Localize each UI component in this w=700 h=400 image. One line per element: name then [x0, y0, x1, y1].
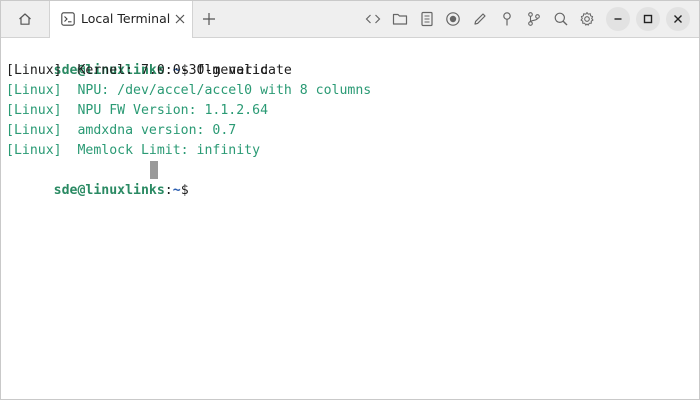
close-button[interactable]	[666, 7, 690, 31]
tab-label: Local Terminal	[81, 11, 171, 26]
home-button[interactable]	[9, 7, 41, 31]
minimize-button[interactable]	[606, 7, 630, 31]
pin-icon[interactable]	[497, 9, 517, 29]
close-icon	[673, 14, 683, 24]
output-line: [Linux] NPU FW Version: 1.1.2.64	[6, 103, 269, 118]
output-line: [Linux] Kernel: 7.0.0-30-generic	[6, 63, 269, 78]
terminal-icon	[61, 12, 75, 26]
plus-icon	[202, 12, 216, 26]
prompt-colon: :	[164, 183, 173, 198]
prompt-dollar: $	[180, 183, 189, 198]
home-icon	[18, 12, 32, 26]
tab-close-icon[interactable]	[174, 13, 186, 25]
tab-bar: Local Terminal	[1, 1, 699, 38]
output-line: [Linux] NPU: /dev/accel/accel0 with 8 co…	[6, 83, 372, 98]
pencil-icon[interactable]	[470, 9, 490, 29]
code-icon[interactable]	[363, 9, 383, 29]
search-icon[interactable]	[551, 9, 571, 29]
new-tab-button[interactable]	[199, 9, 219, 29]
text-cursor	[150, 161, 158, 179]
git-branch-icon[interactable]	[524, 9, 544, 29]
minimize-icon	[613, 14, 623, 24]
output-line: [Linux] Memlock Limit: infinity	[6, 143, 261, 158]
document-icon[interactable]	[417, 9, 437, 29]
terminal-window: Local Terminal sde@linuxlinks:~$ flm val…	[0, 0, 700, 400]
output-line: [Linux] amdxdna version: 0.7	[6, 123, 237, 138]
command-line: sde@linuxlinks:~$ flm validate	[6, 41, 292, 78]
gear-icon[interactable]	[577, 9, 597, 29]
tab-local-terminal[interactable]: Local Terminal	[49, 1, 193, 38]
prompt-user-host: sde@linuxlinks	[53, 183, 165, 198]
maximize-button[interactable]	[636, 7, 660, 31]
terminal-output[interactable]: sde@linuxlinks:~$ flm validate [Linux] K…	[1, 38, 699, 399]
maximize-icon	[643, 14, 653, 24]
prompt-path: ~	[172, 183, 181, 198]
folder-icon[interactable]	[390, 9, 410, 29]
prompt-line: sde@linuxlinks:~$	[6, 161, 189, 198]
record-icon[interactable]	[443, 9, 463, 29]
toolbar	[363, 9, 604, 29]
